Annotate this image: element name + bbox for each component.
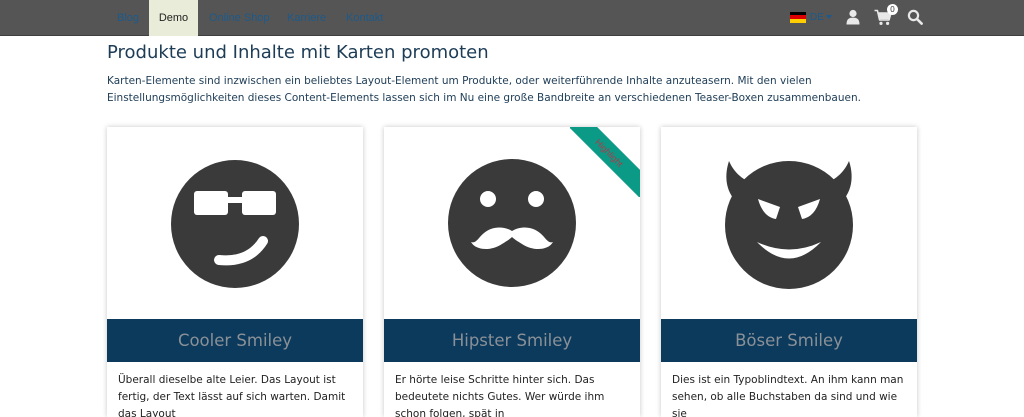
nav-item-demo[interactable]: Demo [149, 0, 198, 36]
page-title: Produkte und Inhalte mit Karten promoten [107, 42, 489, 63]
card-image [107, 127, 363, 319]
card-title[interactable]: Hipster Smiley [452, 331, 572, 350]
card-title-bar: Hipster Smiley [384, 319, 640, 362]
ribbon-label: Highlight [570, 127, 640, 197]
card-text: Dies ist ein Typoblindtext. An ihm kann … [672, 374, 904, 417]
nav-item-kontakt[interactable]: Kontakt [346, 0, 383, 36]
nav-item-blog[interactable]: Blog [117, 0, 139, 36]
nav-item-online-shop[interactable]: Online Shop [209, 0, 270, 36]
cart-count-badge: 0 [887, 4, 898, 15]
cool-smiley-icon [171, 160, 299, 288]
language-switcher[interactable]: DE [790, 10, 832, 24]
highlight-ribbon: Highlight [570, 127, 640, 197]
card-hipster-smiley[interactable]: Highlight Hipster Smiley Er hörte leise … [384, 127, 640, 417]
nav-item-karriere[interactable]: Karriere [287, 0, 326, 36]
card-cooler-smiley[interactable]: Cooler Smiley Überall dieselbe alte Leie… [107, 127, 363, 417]
card-title-bar: Böser Smiley [661, 319, 917, 362]
card-title[interactable]: Cooler Smiley [178, 331, 292, 350]
card-title-bar: Cooler Smiley [107, 319, 363, 362]
intro-text: Karten-Elemente sind inzwischen ein beli… [107, 75, 861, 104]
card-title[interactable]: Böser Smiley [735, 331, 843, 350]
card-image [661, 127, 917, 319]
card-text: Er hörte leise Schritte hinter sich. Das… [395, 374, 605, 417]
card-boeser-smiley[interactable]: Böser Smiley Dies ist ein Typoblindtext.… [661, 127, 917, 417]
german-flag-icon [790, 11, 806, 23]
user-icon[interactable] [846, 9, 860, 29]
card-text: Überall dieselbe alte Leier. Das Layout … [118, 374, 346, 417]
evil-smiley-icon [725, 161, 853, 289]
chevron-down-icon [825, 15, 832, 19]
top-navbar: Blog Demo Online Shop Karriere Kontakt D… [0, 0, 1024, 36]
language-label: DE [810, 11, 824, 23]
search-icon[interactable] [907, 9, 923, 29]
